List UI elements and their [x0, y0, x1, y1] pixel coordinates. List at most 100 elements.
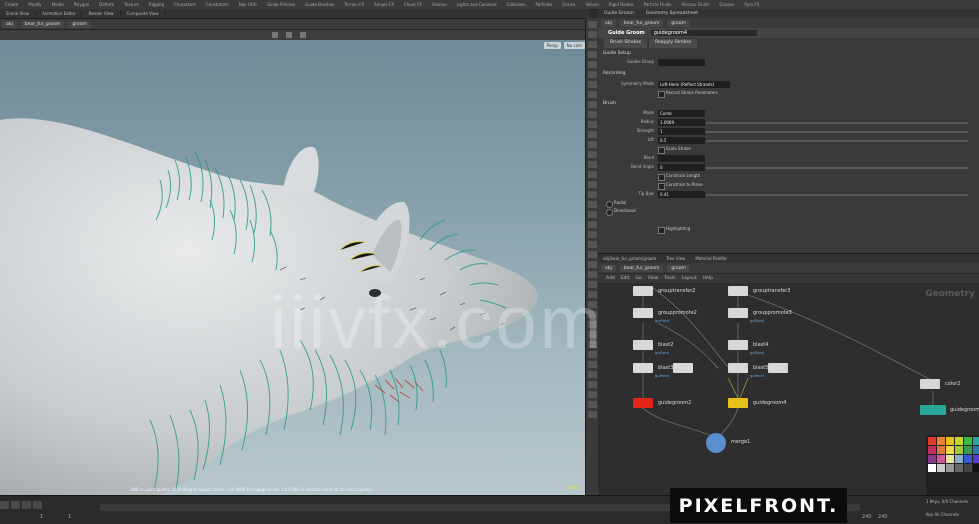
palette-swatch[interactable] [937, 437, 945, 445]
path-segment[interactable]: groom [68, 20, 91, 28]
param-slider[interactable] [706, 122, 968, 124]
network-menu-item[interactable]: Tools [664, 276, 675, 281]
network-editor[interactable]: grouptransfer2 grouppromote2 guiPoint blast… [598, 283, 979, 495]
shelf-tab[interactable]: Hair Utils [234, 2, 262, 7]
node-name-field[interactable]: guidegroom4 [650, 30, 757, 36]
tool-icon[interactable] [588, 181, 597, 188]
shelf-tab[interactable]: Oceans [714, 2, 739, 7]
shelf-tab[interactable]: Guide Process [262, 2, 300, 7]
tool-icon[interactable] [588, 31, 597, 38]
tool-icon[interactable] [588, 241, 597, 248]
tool-icon[interactable] [588, 151, 597, 158]
param-field[interactable] [658, 155, 705, 162]
shelf-tab[interactable]: Rigid Bodies [604, 2, 639, 7]
radio-button[interactable] [606, 209, 613, 216]
shelf-tab[interactable]: Guide Brushes [300, 2, 339, 7]
param-slider[interactable] [706, 131, 968, 133]
network-node[interactable] [633, 308, 653, 318]
param-field[interactable]: 1.0669 [658, 119, 705, 126]
key-all-button[interactable]: Key All Channels [926, 512, 959, 517]
network-menu-item[interactable]: Edit [621, 276, 630, 281]
path-segment[interactable]: groom [667, 19, 690, 27]
network-node[interactable] [633, 363, 653, 373]
tool-icon[interactable] [588, 71, 597, 78]
palette-swatch[interactable] [928, 437, 936, 445]
palette-swatch[interactable] [955, 437, 963, 445]
palette-swatch[interactable] [928, 446, 936, 454]
palette-swatch[interactable] [937, 464, 945, 472]
pane-tab[interactable]: Guide Groom [598, 11, 640, 16]
tool-icon[interactable] [588, 101, 597, 108]
palette-swatch[interactable] [946, 464, 954, 472]
tool-icon[interactable] [588, 21, 597, 28]
network-node[interactable] [706, 433, 726, 453]
tool-icon[interactable] [588, 41, 597, 48]
param-field[interactable]: 0.41 [658, 191, 705, 198]
checkbox[interactable] [658, 174, 665, 181]
tool-icon[interactable] [588, 201, 597, 208]
shelf-tab[interactable]: Deform [94, 2, 119, 7]
palette-swatch[interactable] [955, 455, 963, 463]
network-menu-item[interactable]: Layout [681, 276, 696, 281]
network-node[interactable] [633, 398, 653, 408]
shelf-tab[interactable]: Cloud FX [399, 2, 427, 7]
palette-swatch[interactable] [955, 464, 963, 472]
tool-icon[interactable] [588, 111, 597, 118]
tool-icon[interactable] [588, 211, 597, 218]
network-node[interactable] [920, 405, 946, 415]
network-node[interactable] [728, 308, 748, 318]
tool-icon[interactable] [588, 231, 597, 238]
checkbox[interactable] [658, 227, 665, 234]
viewport-tab[interactable]: Composite View [121, 11, 166, 16]
frame-end[interactable]: 240 [862, 514, 872, 520]
network-node[interactable] [633, 340, 653, 350]
network-tab[interactable]: Tree View [661, 256, 690, 261]
network-tab[interactable]: obj/bear_fur_groom/groom [598, 256, 661, 261]
palette-swatch[interactable] [955, 446, 963, 454]
path-segment[interactable]: obj [601, 264, 616, 272]
tool-icon[interactable] [588, 221, 597, 228]
shelf-tab[interactable]: Terrain FX [339, 2, 369, 7]
shelf-tab[interactable]: Create [0, 2, 23, 7]
palette-swatch[interactable] [964, 437, 972, 445]
network-menu-item[interactable]: View [648, 276, 659, 281]
param-tab[interactable]: Brush Strokes [604, 39, 648, 48]
path-segment[interactable]: bear_fur_groom [619, 264, 664, 272]
path-segment[interactable]: obj [601, 19, 616, 27]
param-tab[interactable]: Reapply Strokes [649, 39, 698, 48]
path-segment[interactable]: obj [2, 20, 17, 28]
pane-tab[interactable]: Geometry Spreadsheet [640, 11, 704, 16]
network-menu-item[interactable]: Add [606, 276, 615, 281]
param-slider[interactable] [706, 167, 968, 169]
tool-icon[interactable] [588, 391, 597, 398]
tool-icon[interactable] [588, 61, 597, 68]
shelf-tab[interactable]: Particle Fluids [639, 2, 677, 7]
param-field[interactable]: 1 [658, 128, 705, 135]
shelf-tab[interactable]: Vellum [580, 2, 604, 7]
network-node[interactable] [920, 379, 940, 389]
frame-end-global[interactable]: 240 [878, 514, 888, 520]
viewport-tab[interactable]: Scene View [0, 11, 36, 16]
network-menu-item[interactable]: Help [703, 276, 713, 281]
network-node[interactable] [633, 286, 653, 296]
shelf-tab[interactable]: Model [47, 2, 69, 7]
tool-icon[interactable] [588, 161, 597, 168]
shelf-tab[interactable]: Constraints [201, 2, 234, 7]
palette-swatch[interactable] [973, 464, 979, 472]
shelf-tab[interactable]: Grains [557, 2, 580, 7]
palette-swatch[interactable] [964, 464, 972, 472]
playback-button[interactable] [11, 501, 20, 509]
shelf-tab[interactable]: Collisions [502, 2, 531, 7]
viewport-option[interactable]: Persp [543, 42, 561, 49]
network-node[interactable] [728, 398, 748, 408]
tool-icon[interactable] [588, 91, 597, 98]
param-field[interactable] [658, 59, 705, 66]
network-node[interactable] [728, 363, 748, 373]
viewport-tab[interactable]: Render View [82, 11, 121, 16]
param-field[interactable]: Left Hemi (Reflect Strands) [658, 81, 730, 88]
network-node[interactable] [768, 363, 788, 373]
palette-swatch[interactable] [946, 455, 954, 463]
playback-button[interactable] [22, 501, 31, 509]
path-segment[interactable]: bear_fur_groom [20, 20, 65, 28]
path-segment[interactable]: bear_fur_groom [619, 19, 664, 27]
